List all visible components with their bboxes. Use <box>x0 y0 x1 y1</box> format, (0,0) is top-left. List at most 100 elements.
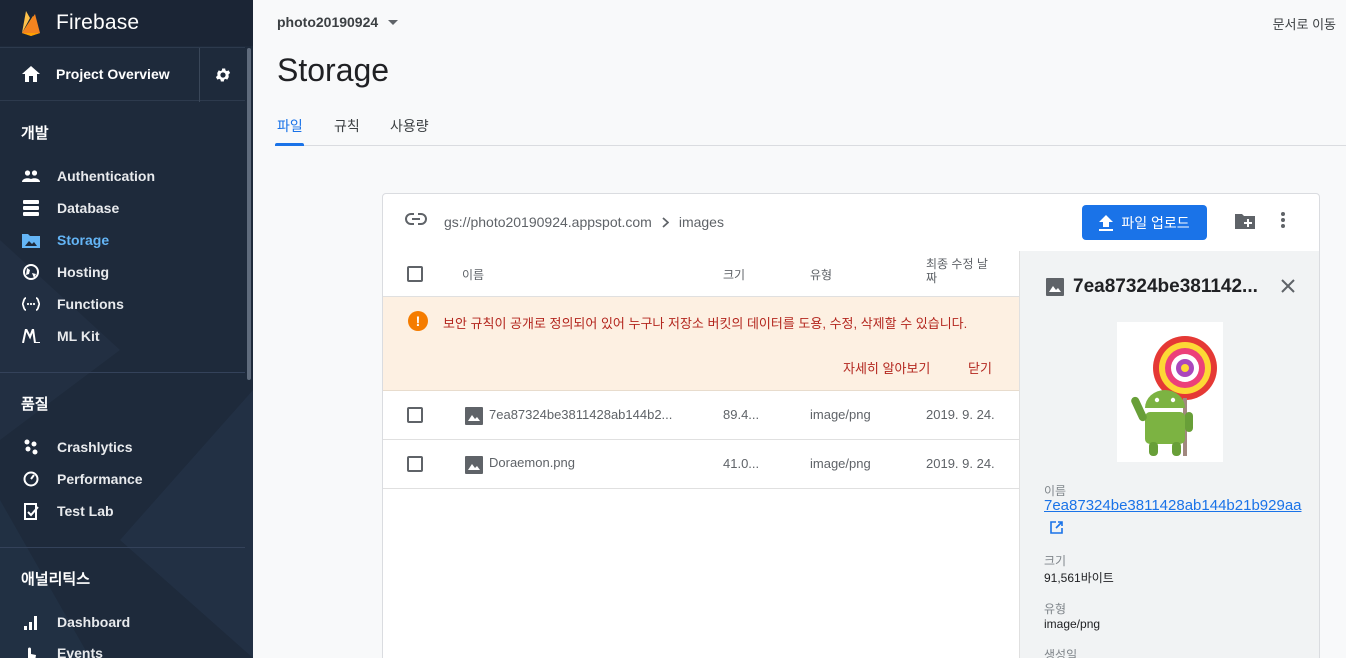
file-table: 이름 크기 유형 최종 수정 날짜 ! 보안 규칙이 공개로 정의되어 있어 누… <box>383 251 1019 658</box>
page-title: Storage <box>277 52 390 88</box>
tab-usage[interactable]: 사용량 <box>390 116 429 136</box>
table-row[interactable]: Doraemon.png 41.0... image/png 2019. 9. … <box>383 440 1019 489</box>
breadcrumb: gs://photo20190924.appspot.com images <box>444 214 724 230</box>
functions-icon <box>22 295 40 313</box>
sidebar-item-label: Performance <box>57 471 143 487</box>
tab-files[interactable]: 파일 <box>277 116 303 136</box>
row-checkbox[interactable] <box>407 456 423 472</box>
file-name[interactable]: Doraemon.png <box>489 455 679 470</box>
lollipop-android-image <box>1131 336 1217 456</box>
section-title-develop: 개발 <box>21 125 49 142</box>
sidebar-divider <box>0 547 245 548</box>
project-overview-label: Project Overview <box>56 66 170 82</box>
file-type: image/png <box>810 407 871 422</box>
file-size: 89.4... <box>723 407 760 422</box>
file-size: 41.0... <box>723 456 760 471</box>
sidebar-item-database[interactable]: Database <box>0 192 245 224</box>
sidebar-item-functions[interactable]: Functions <box>0 288 245 320</box>
file-modified: 2019. 9. 24. <box>926 407 995 422</box>
people-icon <box>22 167 40 185</box>
sidebar-scrollbar[interactable] <box>247 48 251 380</box>
file-name[interactable]: 7ea87324be3811428ab144b2... <box>489 407 679 422</box>
upload-file-button[interactable]: 파일 업로드 <box>1082 205 1207 240</box>
column-name[interactable]: 이름 <box>462 266 484 283</box>
sidebar-item-label: Dashboard <box>57 614 131 630</box>
sidebar-item-hosting[interactable]: Hosting <box>0 256 245 288</box>
crashlytics-icon <box>22 438 40 456</box>
project-selector[interactable]: photo20190924 <box>277 14 399 30</box>
sidebar-item-label: Crashlytics <box>57 439 133 455</box>
sidebar-item-dashboard[interactable]: Dashboard <box>0 606 245 638</box>
brand-header[interactable]: Firebase <box>0 0 253 46</box>
active-tab-indicator <box>275 143 304 146</box>
top-bar: photo20190924 문서로 이동 <box>253 0 1346 44</box>
column-modified[interactable]: 최종 수정 날짜 <box>926 257 996 285</box>
warning-text: 보안 규칙이 공개로 정의되어 있어 누구나 저장소 버킷의 데이터를 도용, … <box>443 316 968 331</box>
section-title-analytics: 애널리틱스 <box>21 571 91 588</box>
ml-kit-icon <box>22 327 40 345</box>
sidebar-item-label: Storage <box>57 232 110 248</box>
dismiss-warning-button[interactable]: 닫기 <box>968 358 992 377</box>
detail-type-value: image/png <box>1044 617 1101 631</box>
sidebar-item-ml-kit[interactable]: ML Kit <box>0 320 245 352</box>
sidebar-item-authentication[interactable]: Authentication <box>0 160 245 192</box>
photo-folder-icon <box>22 231 40 249</box>
brand-title: Firebase <box>56 11 140 34</box>
file-modified: 2019. 9. 24. <box>926 456 995 471</box>
speedometer-icon <box>22 470 40 488</box>
image-file-icon <box>1046 278 1064 296</box>
bar-chart-icon <box>22 613 40 631</box>
upload-file-label: 파일 업로드 <box>1121 214 1190 231</box>
project-overview[interactable]: Project Overview <box>0 47 245 102</box>
project-name: photo20190924 <box>277 14 379 30</box>
upload-icon <box>1099 214 1114 231</box>
current-folder: images <box>678 214 724 230</box>
sidebar-item-label: Test Lab <box>57 503 114 519</box>
sidebar-item-performance[interactable]: Performance <box>0 463 245 495</box>
main-content: photo20190924 문서로 이동 Storage 파일 규칙 사용량 g… <box>253 0 1346 658</box>
more-vert-icon[interactable] <box>1281 212 1285 228</box>
docs-link[interactable]: 문서로 이동 <box>1273 14 1336 33</box>
detail-type-label: 유형 <box>1044 602 1067 616</box>
project-settings-button[interactable] <box>199 48 245 102</box>
detail-name-link[interactable]: 7ea87324be3811428ab144b21b929aa <box>1044 497 1319 514</box>
detail-title: 7ea87324be381142... <box>1073 276 1258 297</box>
warning-icon: ! <box>408 311 428 331</box>
file-type: image/png <box>810 456 871 471</box>
select-all-checkbox[interactable] <box>407 266 423 282</box>
bucket-url[interactable]: gs://photo20190924.appspot.com <box>444 214 652 230</box>
tab-rules[interactable]: 규칙 <box>334 116 360 136</box>
file-detail-panel: 7ea87324be381142... 이름 7ea87324be3811428… <box>1019 251 1319 658</box>
detail-size-value: 91,561바이트 <box>1044 571 1114 585</box>
gear-icon <box>215 68 230 82</box>
link-icon[interactable] <box>405 213 427 225</box>
home-icon <box>22 66 40 82</box>
open-in-new-icon[interactable] <box>1050 521 1063 534</box>
dropdown-caret-icon <box>388 19 399 25</box>
row-checkbox[interactable] <box>407 407 423 423</box>
touch-icon <box>22 644 40 658</box>
sidebar-divider <box>0 372 245 373</box>
storage-card: gs://photo20190924.appspot.com images 파일… <box>382 193 1320 658</box>
database-icon <box>22 199 40 217</box>
section-title-quality: 품질 <box>21 396 49 413</box>
learn-more-link[interactable]: 자세히 알아보기 <box>843 358 930 377</box>
column-size[interactable]: 크기 <box>723 266 745 283</box>
image-file-icon <box>465 456 483 474</box>
table-row[interactable]: 7ea87324be3811428ab144b2... 89.4... imag… <box>383 391 1019 440</box>
image-preview[interactable] <box>1117 322 1223 462</box>
sidebar-item-crashlytics[interactable]: Crashlytics <box>0 431 245 463</box>
sidebar-item-label: Events <box>57 645 103 658</box>
sidebar: Firebase Project Overview 개발 Authenticat… <box>0 0 253 658</box>
table-header: 이름 크기 유형 최종 수정 날짜 <box>383 251 1019 297</box>
checklist-icon <box>22 502 40 520</box>
detail-size-label: 크기 <box>1044 554 1067 568</box>
sidebar-item-storage[interactable]: Storage <box>0 224 245 256</box>
sidebar-item-test-lab[interactable]: Test Lab <box>0 495 245 527</box>
column-type[interactable]: 유형 <box>810 266 832 283</box>
close-icon[interactable] <box>1280 278 1296 294</box>
chevron-right-icon <box>662 216 669 228</box>
sidebar-item-events[interactable]: Events <box>0 637 245 658</box>
create-folder-icon[interactable] <box>1235 212 1255 230</box>
image-file-icon <box>465 407 483 425</box>
